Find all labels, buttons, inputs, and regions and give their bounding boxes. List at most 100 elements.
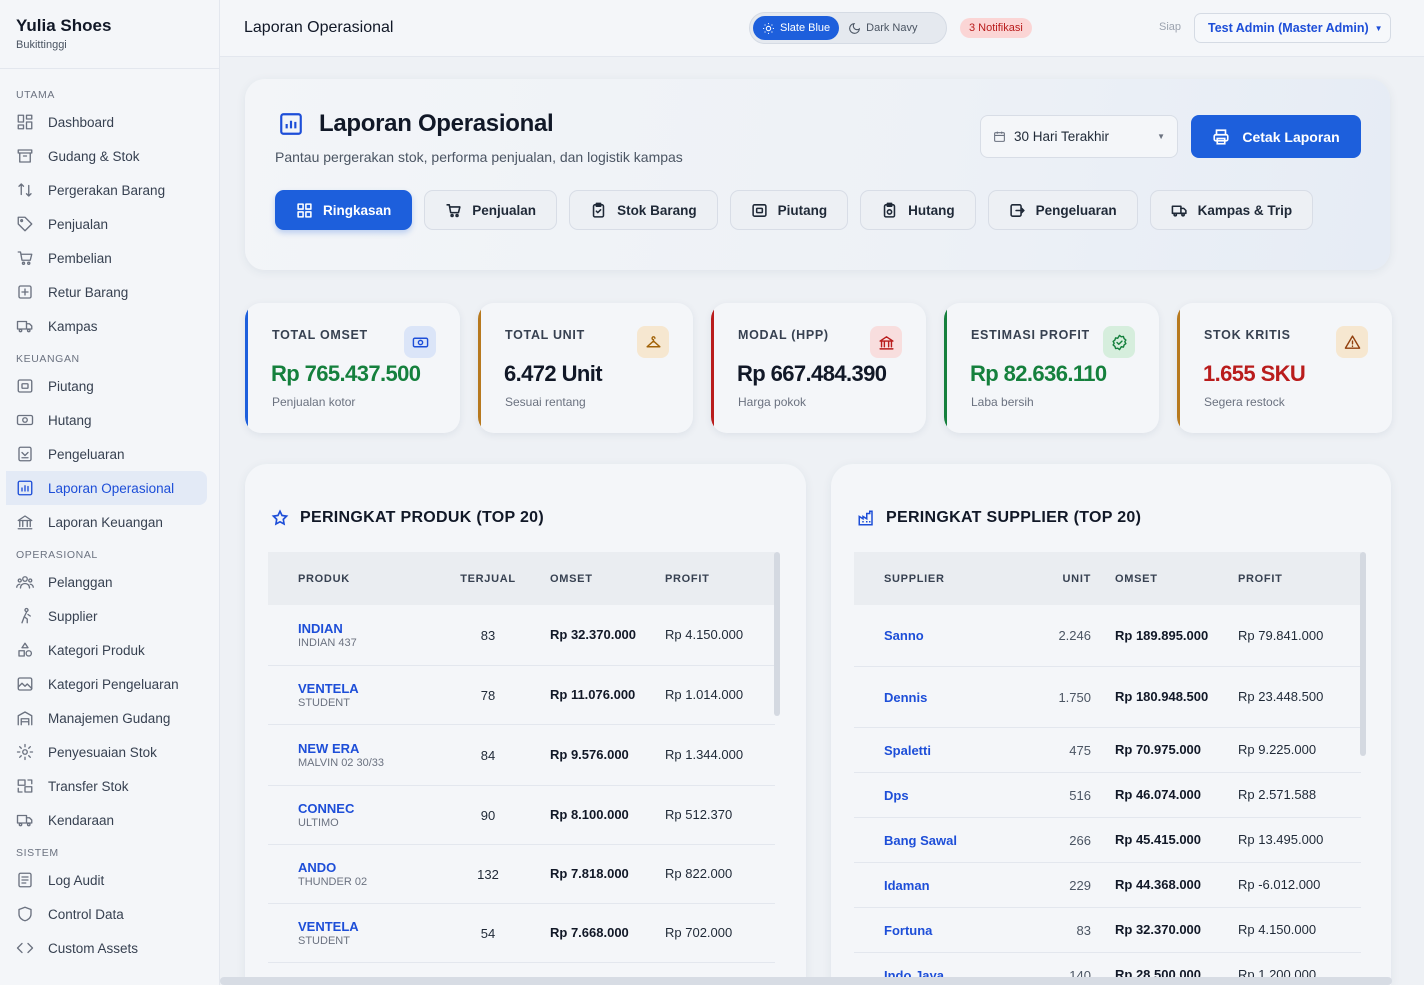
- sidebar-item-label: Pembelian: [48, 250, 112, 266]
- theme-dark-navy-button[interactable]: Dark Navy: [839, 16, 926, 40]
- product-variant: MALVIN 02 30/33: [298, 757, 385, 769]
- sidebar-item-penyesuaian-stok[interactable]: Penyesuaian Stok: [0, 735, 207, 769]
- sidebar-item-label: Penyesuaian Stok: [48, 744, 157, 760]
- users-icon: [16, 576, 34, 589]
- supplier-name[interactable]: Dennis: [854, 690, 1029, 705]
- check-badge-icon: [1111, 334, 1127, 350]
- supplier-name[interactable]: Spaletti: [854, 743, 1029, 758]
- print-report-button[interactable]: Cetak Laporan: [1191, 115, 1361, 158]
- sidebar-item-dashboard[interactable]: Dashboard: [0, 105, 207, 139]
- product-name[interactable]: INDIAN: [298, 621, 448, 636]
- sidebar-item-label: Dashboard: [48, 114, 115, 130]
- theme-dark-navy-label: Dark Navy: [866, 22, 918, 34]
- code-icon: [16, 942, 34, 954]
- supplier-name[interactable]: Sanno: [854, 628, 1029, 643]
- table-row[interactable]: NEW ERA MALVIN 02 30/33 84 Rp 9.576.000 Rp 1…: [268, 725, 775, 786]
- sidebar-item-pergerakan-barang[interactable]: Pergerakan Barang: [0, 173, 207, 207]
- sidebar-item-hutang[interactable]: Hutang: [0, 403, 207, 437]
- table-row[interactable]: ANDO THUNDER 02 132 Rp 7.818.000 Rp 822.000: [268, 845, 775, 904]
- tab-icon: [751, 202, 768, 219]
- sidebar-item-transfer-stok[interactable]: Transfer Stok: [0, 769, 207, 803]
- user-menu-button[interactable]: Test Admin (Master Admin) ▼: [1194, 13, 1391, 43]
- sidebar-item-penjualan[interactable]: Penjualan: [0, 207, 207, 241]
- table-row[interactable]: Fortuna 83 Rp 32.370.000 Rp 4.150.000: [854, 908, 1361, 953]
- sidebar-item-custom-assets[interactable]: Custom Assets: [0, 931, 207, 965]
- supplier-table-scrollbar[interactable]: [1360, 552, 1366, 756]
- tab-penjualan[interactable]: Penjualan: [424, 190, 558, 230]
- table-row[interactable]: Dps 516 Rp 46.074.000 Rp 2.571.588: [854, 773, 1361, 818]
- nav-icon: [16, 181, 34, 199]
- sidebar-item-pengeluaran[interactable]: Pengeluaran: [0, 437, 207, 471]
- tab-stok-barang[interactable]: Stok Barang: [569, 190, 718, 230]
- table-row[interactable]: VENTELA STUDENT 54 Rp 7.668.000 Rp 702.000: [268, 904, 775, 963]
- notification-badge[interactable]: 3 Notifikasi: [960, 18, 1032, 38]
- sidebar-item-kendaraan[interactable]: Kendaraan: [0, 803, 207, 837]
- product-variant: INDIAN 437: [298, 637, 357, 649]
- sidebar-item-laporan-keuangan[interactable]: Laporan Keuangan: [0, 505, 207, 539]
- table-row[interactable]: Dennis 1.750 Rp 180.948.500 Rp 23.448.500: [854, 667, 1361, 728]
- dashboard-icon: [17, 114, 33, 130]
- sidebar-item-kategori-pengeluaran[interactable]: Kategori Pengeluaran: [0, 667, 207, 701]
- table-row[interactable]: VENTELA STUDENT 78 Rp 11.076.000 Rp 1.014.00…: [268, 666, 775, 725]
- table-row[interactable]: Spaletti 475 Rp 70.975.000 Rp 9.225.000: [854, 728, 1361, 773]
- tab-pengeluaran[interactable]: Pengeluaran: [987, 190, 1138, 230]
- sidebar-item-retur-barang[interactable]: Retur Barang: [0, 275, 207, 309]
- tab-piutang[interactable]: Piutang: [729, 190, 849, 230]
- date-range-select[interactable]: 30 Hari Terakhir ▼: [980, 115, 1178, 158]
- table-row[interactable]: Idaman 229 Rp 44.368.000 Rp -6.012.000: [854, 863, 1361, 908]
- theme-slate-blue-button[interactable]: Slate Blue: [753, 16, 840, 40]
- sidebar-item-pembelian[interactable]: Pembelian: [0, 241, 207, 275]
- nav-section-title: SISTEM: [16, 847, 59, 859]
- table-row[interactable]: CONNEC ULTIMO 90 Rp 8.100.000 Rp 512.370: [268, 786, 775, 845]
- sidebar-item-kampas[interactable]: Kampas: [0, 309, 207, 343]
- theme-slate-blue-label: Slate Blue: [780, 22, 831, 34]
- profit-cell: Rp 822.000: [665, 866, 733, 881]
- product-name[interactable]: ANDO: [298, 860, 448, 875]
- supplier-name[interactable]: Dps: [854, 788, 1029, 803]
- supplier-name[interactable]: Fortuna: [854, 923, 1029, 938]
- kpi-value: 1.655 SKU: [1203, 361, 1306, 386]
- sold-cell: 83: [480, 627, 496, 643]
- product-name[interactable]: CONNEC: [298, 801, 448, 816]
- truck-icon: [16, 814, 33, 827]
- kpi-icon-badge: [870, 326, 902, 358]
- table-row[interactable]: Bang Sawal 266 Rp 45.415.000 Rp 13.495.000: [854, 818, 1361, 863]
- supplier-ranking-title: PERINGKAT SUPPLIER (TOP 20): [886, 509, 1142, 526]
- omset-cell: Rp 7.668.000: [550, 925, 629, 940]
- supplier-name[interactable]: Idaman: [854, 878, 1029, 893]
- sidebar-item-gudang-stok[interactable]: Gudang & Stok: [0, 139, 207, 173]
- profit-cell: Rp 79.841.000: [1238, 627, 1324, 643]
- nav-icon: [16, 871, 34, 889]
- theme-switch[interactable]: Slate Blue Dark Navy: [749, 12, 947, 44]
- tab-hutang[interactable]: Hutang: [860, 190, 976, 230]
- sidebar-item-kategori-produk[interactable]: Kategori Produk: [0, 633, 207, 667]
- product-name[interactable]: VENTELA: [298, 919, 448, 934]
- sidebar-item-piutang[interactable]: Piutang: [0, 369, 207, 403]
- tab-label: Hutang: [908, 202, 955, 218]
- supplier-name[interactable]: Bang Sawal: [854, 833, 1029, 848]
- product-table-scrollbar[interactable]: [774, 552, 780, 716]
- horizontal-scrollbar[interactable]: [220, 977, 1392, 985]
- date-range-value: 30 Hari Terakhir: [1014, 129, 1110, 144]
- product-name[interactable]: VENTELA: [298, 681, 448, 696]
- sidebar-item-manajemen-gudang[interactable]: Manajemen Gudang: [0, 701, 207, 735]
- table-row[interactable]: INDIAN INDIAN 437 83 Rp 32.370.000 Rp 4.150.…: [268, 605, 775, 666]
- sidebar-item-control-data[interactable]: Control Data: [0, 897, 207, 931]
- profit-cell: Rp 13.495.000: [1238, 832, 1324, 847]
- brand[interactable]: Yulia Shoes Bukittinggi: [0, 0, 219, 69]
- tab-ringkasan[interactable]: Ringkasan: [275, 190, 413, 230]
- profit-cell: Rp 702.000: [665, 925, 733, 940]
- sidebar-item-supplier[interactable]: Supplier: [0, 599, 207, 633]
- table-row[interactable]: Sanno 2.246 Rp 189.895.000 Rp 79.841.000: [854, 605, 1361, 667]
- product-name[interactable]: NEW ERA: [298, 741, 448, 756]
- kpi-note: Segera restock: [1204, 395, 1285, 409]
- sidebar-item-log-audit[interactable]: Log Audit: [0, 863, 207, 897]
- sidebar-item-label: Gudang & Stok: [48, 148, 140, 164]
- tab-kampas-trip[interactable]: Kampas & Trip: [1149, 190, 1314, 230]
- unit-cell: 2.246: [1058, 628, 1091, 643]
- kpi-card: STOK KRITIS 1.655 SKU Segera restock: [1177, 303, 1392, 433]
- product-variant: STUDENT: [298, 697, 350, 709]
- sidebar-item-laporan-operasional[interactable]: Laporan Operasional: [6, 471, 207, 505]
- sidebar-item-pelanggan[interactable]: Pelanggan: [0, 565, 207, 599]
- nav-icon: [16, 573, 34, 591]
